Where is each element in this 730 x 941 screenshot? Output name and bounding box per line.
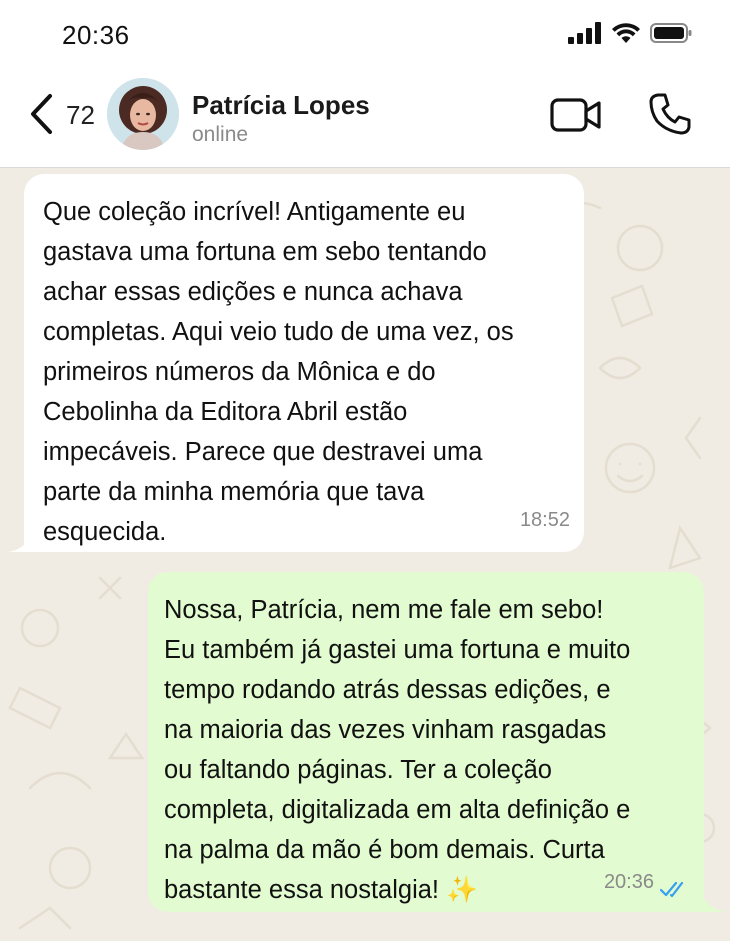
- avatar[interactable]: [107, 78, 179, 150]
- message-line: parte da minha memória que tava: [43, 478, 425, 506]
- message-line: Eu também já gastei uma fortuna e muito: [164, 636, 631, 664]
- status-time: 20:36: [62, 20, 130, 50]
- message-line: completa, digitalizada em alta definição…: [164, 796, 631, 824]
- outgoing-message[interactable]: Nossa, Patrícia, nem me fale em sebo! Eu…: [148, 572, 704, 912]
- message-timestamp: 18:52: [519, 509, 570, 531]
- message-line: completas. Aqui veio tudo de uma vez, os: [43, 318, 514, 346]
- contact-status: online: [192, 123, 249, 146]
- phone-icon[interactable]: [648, 92, 692, 136]
- message-line: Nossa, Patrícia, nem me fale em sebo!: [164, 596, 604, 624]
- video-camera-icon[interactable]: [550, 96, 602, 134]
- message-line: Que coleção incrível! Antigamente eu: [43, 198, 466, 226]
- message-line: Cebolinha da Editora Abril estão: [43, 398, 408, 426]
- signal-icon: [568, 22, 601, 44]
- incoming-message[interactable]: Que coleção incrível! Antigamente eu gas…: [24, 174, 584, 552]
- chat-header: 72 Patrícia Lopes online: [0, 70, 730, 168]
- battery-icon: [650, 23, 692, 43]
- message-text: Que coleção incrível! Antigamente eu gas…: [43, 192, 564, 552]
- read-receipt-icon: [660, 881, 684, 898]
- back-chevron-icon[interactable]: [26, 92, 56, 136]
- message-line: primeiros números da Mônica e do: [43, 358, 436, 386]
- contact-name[interactable]: Patrícia Lopes: [192, 90, 370, 121]
- message-line: tempo rodando atrás dessas edições, e: [164, 676, 611, 704]
- message-line: na maioria das vezes vinham rasgadas: [164, 716, 607, 744]
- message-timestamp: 20:36: [603, 871, 654, 893]
- wifi-icon: [612, 23, 640, 43]
- status-bar: 20:36: [0, 0, 730, 70]
- message-line: achar essas edições e nunca achava: [43, 278, 463, 306]
- chat-area[interactable]: Que coleção incrível! Antigamente eu gas…: [0, 168, 730, 941]
- status-icons: [568, 22, 692, 44]
- unread-count[interactable]: 72: [66, 100, 95, 131]
- message-line: impecáveis. Parece que destravei uma: [43, 438, 483, 466]
- message-line: gastava uma fortuna em sebo tentando: [43, 238, 487, 266]
- message-line: ou faltando páginas. Ter a coleção: [164, 756, 552, 784]
- message-line: esquecida.: [43, 518, 167, 546]
